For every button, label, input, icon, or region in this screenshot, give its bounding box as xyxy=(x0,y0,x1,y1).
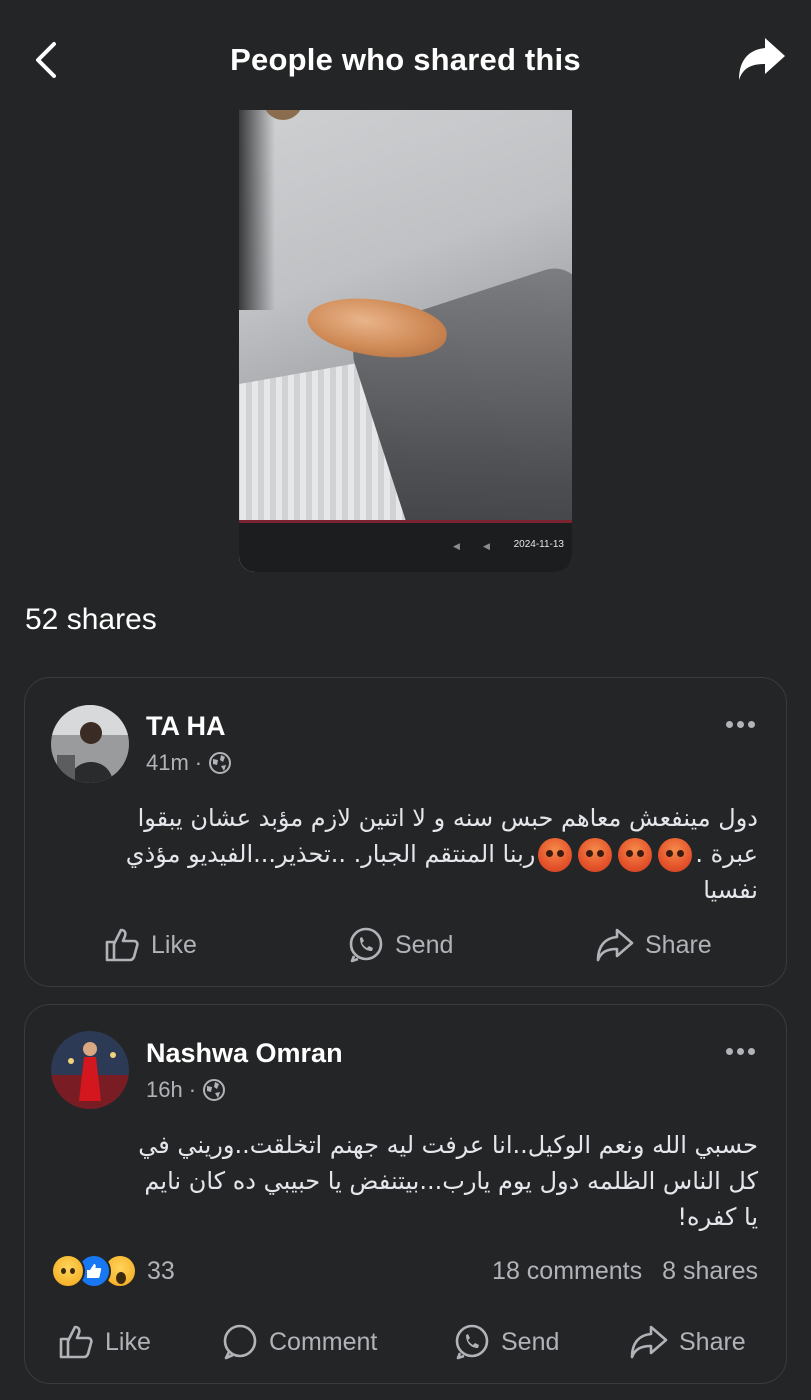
angry-face-icon xyxy=(578,838,613,872)
post-actions: Like Send Share xyxy=(25,926,786,966)
shares-count-link[interactable]: 8 shares xyxy=(662,1257,758,1286)
engagement-stats: 18 comments 8 shares xyxy=(492,1257,758,1286)
share-arrow-outline-icon xyxy=(596,928,634,962)
comment-button[interactable]: Comment xyxy=(221,1323,377,1361)
post-meta: 41m · xyxy=(146,750,232,776)
send-label: Send xyxy=(395,930,454,959)
angry-face-icon xyxy=(658,838,693,872)
sound-icon[interactable]: ◀ xyxy=(483,541,493,551)
post-text-segment: ربنا المنتقم الجبار. ..تحذير...الفيديو م… xyxy=(125,840,536,868)
user-name[interactable]: TA HA xyxy=(146,711,225,742)
like-button[interactable]: Like xyxy=(57,1323,151,1361)
video-control-bar: ◀ ◀ 2024-11-13 xyxy=(239,520,572,572)
whatsapp-icon xyxy=(349,927,383,963)
share-label: Share xyxy=(645,930,712,959)
share-post-button[interactable]: Share xyxy=(595,926,712,964)
back-button[interactable] xyxy=(30,40,64,80)
post-time[interactable]: 16h xyxy=(146,1077,183,1103)
share-arrow-icon xyxy=(739,38,785,80)
angry-face-icon xyxy=(538,838,573,872)
post-meta: 16h · xyxy=(146,1077,226,1103)
shared-video-thumbnail[interactable]: ◀ ◀ 2024-11-13 xyxy=(239,110,572,572)
more-options-button[interactable] xyxy=(722,716,758,732)
like-label: Like xyxy=(151,930,197,959)
comment-bubble-icon xyxy=(223,1324,257,1360)
share-label: Share xyxy=(679,1327,746,1356)
volume-icon[interactable]: ◀ xyxy=(453,541,463,551)
video-frame-shadow xyxy=(239,110,275,310)
post-actions: Like Comment Send Share xyxy=(25,1323,786,1363)
sad-reaction-icon xyxy=(51,1254,85,1288)
share-card: TA HA 41m · دول مينفعش معاهم حبس سنه و ل… xyxy=(24,677,787,987)
post-text-line: نفسيا xyxy=(703,876,758,904)
avatar[interactable] xyxy=(51,705,129,783)
post-text-line: كل الناس الظلمه دول يوم يارب...بيتنفض يا… xyxy=(144,1167,758,1195)
top-bar: People who shared this xyxy=(0,0,811,110)
globe-icon xyxy=(209,752,232,774)
comment-label: Comment xyxy=(269,1327,378,1356)
post-text-line: دول مينفعش معاهم حبس سنه و لا اتنين لازم… xyxy=(137,804,758,832)
like-button[interactable]: Like xyxy=(103,926,197,964)
comments-count[interactable]: 18 comments xyxy=(492,1257,642,1286)
avatar[interactable] xyxy=(51,1031,129,1109)
share-button[interactable] xyxy=(737,36,787,82)
post-text: دول مينفعش معاهم حبس سنه و لا اتنين لازم… xyxy=(53,800,758,908)
send-button[interactable]: Send xyxy=(453,1323,559,1361)
share-post-button[interactable]: Share xyxy=(629,1323,746,1361)
thumbs-up-icon xyxy=(105,928,139,962)
thumbs-up-icon xyxy=(59,1325,93,1359)
like-label: Like xyxy=(105,1327,151,1356)
share-card: Nashwa Omran 16h · حسبي الله ونعم الوكيل… xyxy=(24,1004,787,1384)
reaction-count: 33 xyxy=(147,1256,175,1285)
globe-icon xyxy=(203,1079,226,1101)
meta-separator: · xyxy=(188,1077,197,1102)
whatsapp-icon xyxy=(455,1324,489,1360)
more-options-button[interactable] xyxy=(722,1043,758,1059)
send-label: Send xyxy=(501,1327,560,1356)
share-arrow-outline-icon xyxy=(630,1325,668,1359)
shares-count: 52 shares xyxy=(25,603,157,636)
user-name[interactable]: Nashwa Omran xyxy=(146,1038,343,1069)
post-text-line: يا كفره! xyxy=(677,1203,758,1231)
send-button[interactable]: Send xyxy=(347,926,453,964)
meta-separator: · xyxy=(194,750,203,775)
post-text-line: عبرة . ربنا المنتقم الجبار. ..تحذير...الف… xyxy=(53,836,758,872)
reaction-summary[interactable]: 33 xyxy=(51,1254,175,1288)
video-date: 2024-11-13 xyxy=(513,539,564,550)
post-text-segment: عبرة . xyxy=(695,840,758,868)
chevron-left-icon xyxy=(36,42,56,78)
post-time[interactable]: 41m xyxy=(146,750,189,776)
post-text: حسبي الله ونعم الوكيل..انا عرفت ليه جهنم… xyxy=(53,1127,758,1235)
angry-face-icon xyxy=(618,838,653,872)
post-text-line: حسبي الله ونعم الوكيل..انا عرفت ليه جهنم… xyxy=(138,1131,758,1159)
page-title: People who shared this xyxy=(230,42,581,77)
